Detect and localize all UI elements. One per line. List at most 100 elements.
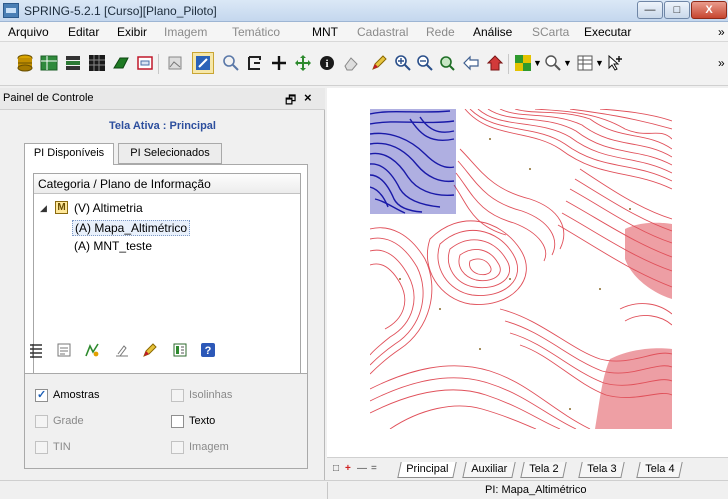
toolbar-overflow[interactable]: » — [718, 56, 725, 70]
vector-edit-icon[interactable] — [114, 342, 130, 358]
tab-pi-selecionados[interactable]: PI Selecionados — [118, 143, 222, 164]
nav-box-icon[interactable]: □ — [333, 463, 339, 474]
status-divider — [327, 482, 328, 499]
active-screen-label: Tela Ativa : Principal — [109, 120, 216, 132]
app-logo-icon — [3, 3, 19, 18]
list-icon[interactable] — [28, 342, 44, 358]
tree-header[interactable]: Categoria / Plano de Informação — [34, 174, 300, 194]
picture-icon[interactable] — [166, 54, 184, 72]
checkbox-texto[interactable] — [171, 415, 184, 428]
close-window-button[interactable]: X — [691, 1, 727, 19]
label-amostras: Amostras — [53, 389, 100, 401]
menu-exibir[interactable]: Exibir — [117, 25, 147, 39]
menu-executar[interactable]: Executar — [584, 25, 631, 39]
table-icon[interactable] — [40, 54, 58, 72]
tab-content: Categoria / Plano de Informação ◢ M (V) … — [24, 164, 308, 404]
info-icon[interactable]: i — [318, 54, 336, 72]
tree-category-altimetria[interactable]: (V) Altimetria — [74, 201, 143, 215]
information-plan-tree: Categoria / Plano de Informação ◢ M (V) … — [33, 173, 301, 397]
label-isolinhas: Isolinhas — [189, 389, 233, 401]
status-active-pi: PI: Mapa_Altimétrico — [485, 484, 587, 496]
draw-icon[interactable] — [142, 342, 158, 358]
zoom-search-icon[interactable] — [222, 54, 240, 72]
screen-tabbar: □ + — = Principal Auxiliar Tela 2 Tela 3… — [327, 457, 728, 480]
collapse-arrow-icon[interactable]: ◢ — [40, 203, 47, 214]
menu-arquivo[interactable]: Arquivo — [8, 25, 49, 39]
legend-icon[interactable] — [172, 342, 188, 358]
float-panel-icon[interactable]: 🗗 — [285, 91, 296, 112]
nav-equal-icon[interactable]: = — [371, 463, 377, 474]
checkbox-isolinhas[interactable] — [171, 389, 184, 402]
main-toolbar: i ▼ ▼ ▼ » — [0, 42, 728, 86]
grid-icon[interactable] — [88, 54, 106, 72]
panel-iconbar: ? — [24, 338, 308, 362]
window-icon[interactable] — [136, 54, 154, 72]
zoom-area-icon[interactable] — [438, 54, 456, 72]
control-panel: Painel de Controle 🗗 × Tela Ativa : Prin… — [0, 88, 325, 499]
tab-pi-disponiveis[interactable]: PI Disponíveis — [24, 143, 114, 165]
help-icon[interactable]: ? — [200, 342, 216, 358]
menu-tematico[interactable]: Temático — [232, 25, 280, 39]
tree-item-mnt-teste[interactable]: (A) MNT_teste — [74, 239, 152, 253]
menu-analise[interactable]: Análise — [473, 25, 512, 39]
control-panel-title: Painel de Controle — [3, 92, 94, 104]
tab-tela-4[interactable]: Tela 4 — [636, 462, 684, 478]
home-icon[interactable] — [486, 54, 504, 72]
polygon-icon[interactable] — [112, 54, 130, 72]
layers-icon[interactable] — [64, 54, 82, 72]
table-view-icon[interactable] — [576, 54, 594, 72]
display-options: Amostras Isolinhas Grade Texto TIN Image… — [24, 373, 308, 469]
toolbar-separator — [508, 54, 509, 74]
checkbox-imagem[interactable] — [171, 441, 184, 454]
checkbox-amostras[interactable] — [35, 388, 48, 402]
svg-text:i: i — [325, 58, 328, 70]
chevron-down-icon[interactable]: ▼ — [533, 58, 542, 68]
tab-tela-3[interactable]: Tela 3 — [578, 462, 626, 478]
menu-cadastral[interactable]: Cadastral — [357, 25, 408, 39]
tab-auxiliar[interactable]: Auxiliar — [462, 462, 516, 478]
checkbox-tin[interactable] — [35, 441, 48, 454]
checkbox-grade[interactable] — [35, 415, 48, 428]
mnt-category-icon: M — [55, 201, 68, 214]
palette-icon[interactable] — [514, 54, 532, 72]
nav-plus-icon[interactable]: + — [345, 463, 351, 474]
tab-tela-2[interactable]: Tela 2 — [520, 462, 568, 478]
menu-bar: Arquivo Editar Exibir Imagem Temático MN… — [0, 22, 728, 42]
map-canvas[interactable] — [327, 88, 728, 457]
pan-icon[interactable] — [294, 54, 312, 72]
properties-icon[interactable] — [56, 342, 72, 358]
menu-scarta[interactable]: SCarta — [532, 25, 569, 39]
window-title: SPRING-5.2.1 [Curso][Plano_Piloto] — [24, 4, 217, 18]
minimize-button[interactable]: — — [637, 1, 663, 19]
contour-map[interactable] — [370, 109, 672, 429]
svg-text:?: ? — [205, 345, 212, 357]
nav-minus-icon[interactable]: — — [357, 463, 367, 474]
close-panel-icon[interactable]: × — [304, 90, 312, 105]
maximize-button[interactable]: □ — [664, 1, 690, 19]
zoom-in-icon[interactable] — [394, 54, 412, 72]
chevron-down-icon[interactable]: ▼ — [563, 58, 572, 68]
status-bar: PI: Mapa_Altimétrico — [0, 480, 728, 499]
menu-mnt[interactable]: MNT — [312, 25, 338, 39]
crosshair-icon[interactable] — [270, 54, 288, 72]
active-draw-icon[interactable] — [192, 52, 214, 74]
tree-item-mapa-altimetrico[interactable]: (A) Mapa_Altimétrico — [72, 220, 191, 236]
tab-principal[interactable]: Principal — [397, 462, 457, 478]
pencil-icon[interactable] — [370, 54, 388, 72]
pointer-plus-icon[interactable] — [606, 54, 624, 72]
control-panel-header: Painel de Controle 🗗 × — [0, 88, 325, 110]
toolbar-separator — [158, 54, 159, 74]
edit-visual-icon[interactable] — [84, 342, 100, 358]
menu-overflow[interactable]: » — [718, 25, 725, 39]
menu-editar[interactable]: Editar — [68, 25, 99, 39]
title-bar: SPRING-5.2.1 [Curso][Plano_Piloto] — □ X — [0, 0, 728, 22]
magnifier-dropdown-icon[interactable] — [544, 54, 562, 72]
menu-imagem[interactable]: Imagem — [164, 25, 207, 39]
chevron-down-icon[interactable]: ▼ — [595, 58, 604, 68]
menu-rede[interactable]: Rede — [426, 25, 455, 39]
back-arrow-icon[interactable] — [462, 54, 480, 72]
database-icon[interactable] — [16, 54, 34, 72]
edit-vector-icon[interactable] — [246, 54, 264, 72]
zoom-out-icon[interactable] — [416, 54, 434, 72]
erase-icon[interactable] — [342, 54, 360, 72]
